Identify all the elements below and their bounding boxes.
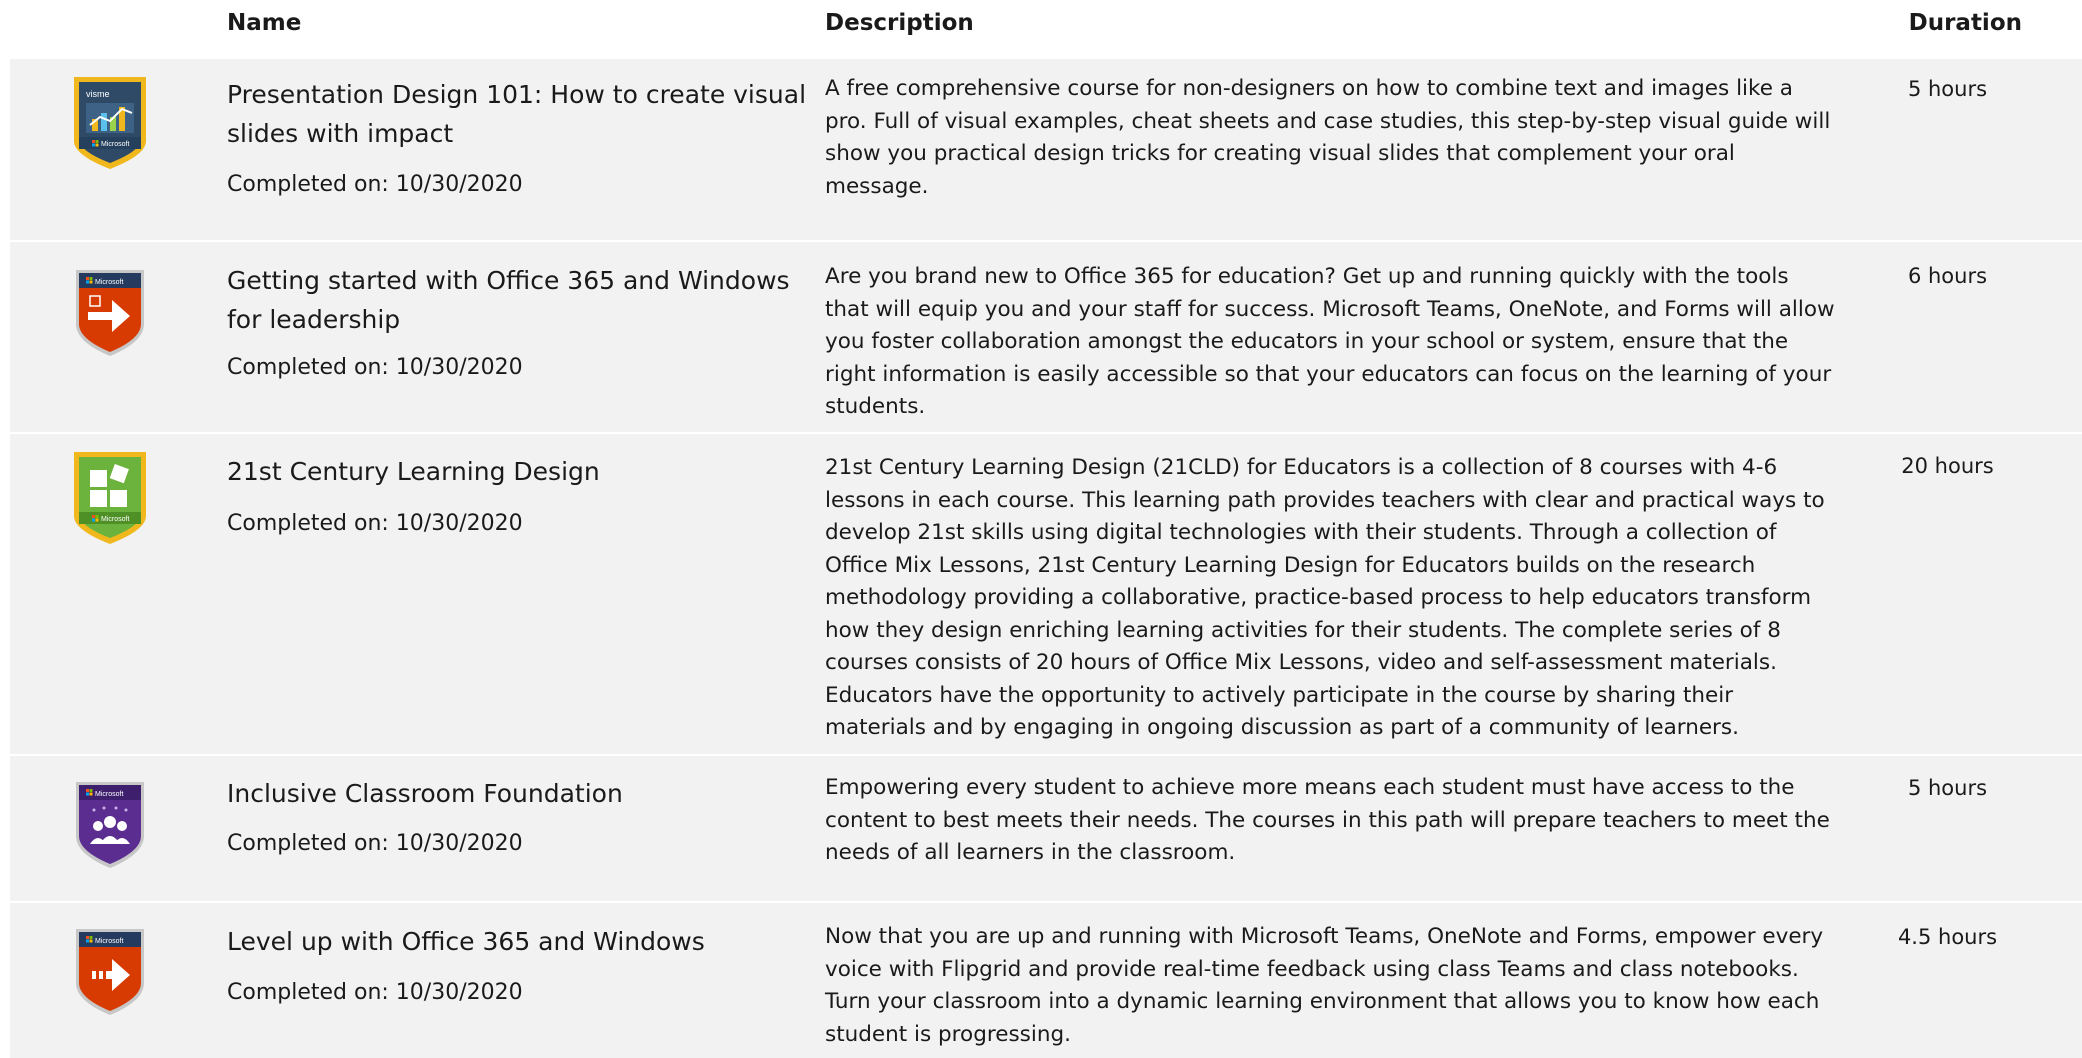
completed-date: Completed on: 10/30/2020	[227, 980, 523, 1005]
table-header: Name Description Duration	[0, 0, 2082, 52]
course-title[interactable]: Presentation Design 101: How to create v…	[227, 75, 807, 153]
table-row[interactable]: Microsoft Inclusive Classroom Foundation…	[10, 756, 2082, 901]
course-description: Empowering every student to achieve more…	[825, 775, 1830, 865]
table-row[interactable]: Microsoft Level up with Office 365 and W…	[10, 903, 2082, 1058]
table-row[interactable]: Microsoft 21st Century Learning Design C…	[10, 434, 2082, 754]
svg-text:Microsoft: Microsoft	[101, 516, 129, 523]
course-description: 21st Century Learning Design (21CLD) for…	[825, 455, 1825, 740]
svg-text:Microsoft: Microsoft	[95, 938, 123, 945]
course-duration: 4.5 hours	[1897, 925, 1998, 949]
svg-text:Microsoft: Microsoft	[101, 141, 129, 148]
table-row[interactable]: visme Microsoft Presentation Design 101:…	[10, 59, 2082, 240]
course-duration: 5 hours	[1907, 77, 1988, 101]
column-header-name[interactable]: Name	[227, 10, 301, 36]
table-row[interactable]: Microsoft Getting started with Office 36…	[10, 242, 2082, 432]
course-title[interactable]: Inclusive Classroom Foundation	[227, 774, 807, 813]
course-title[interactable]: 21st Century Learning Design	[227, 452, 807, 491]
blocks-badge-icon: Microsoft	[70, 448, 150, 546]
courses-table: Name Description Duration visme Microsof…	[0, 0, 2082, 1058]
column-header-duration[interactable]: Duration	[1909, 10, 2022, 36]
completed-date: Completed on: 10/30/2020	[227, 831, 523, 856]
course-description: Now that you are up and running with Mic…	[825, 924, 1824, 1047]
completed-date: Completed on: 10/30/2020	[227, 511, 523, 536]
svg-text:visme: visme	[86, 89, 110, 99]
course-description: Are you brand new to Office 365 for educ…	[825, 264, 1835, 419]
course-duration: 6 hours	[1907, 264, 1988, 288]
arrow-badge-icon: Microsoft	[70, 923, 150, 1021]
visme-chart-badge-icon: visme Microsoft	[70, 73, 150, 171]
course-description: A free comprehensive course for non-desi…	[825, 76, 1831, 199]
completed-date: Completed on: 10/30/2020	[227, 355, 523, 380]
course-duration: 20 hours	[1901, 454, 1994, 478]
svg-text:Microsoft: Microsoft	[95, 279, 123, 286]
completed-date: Completed on: 10/30/2020	[227, 172, 523, 197]
course-title[interactable]: Level up with Office 365 and Windows	[227, 922, 807, 961]
column-header-description[interactable]: Description	[825, 10, 974, 36]
course-title[interactable]: Getting started with Office 365 and Wind…	[227, 261, 807, 339]
svg-text:Microsoft: Microsoft	[95, 791, 123, 798]
course-duration: 5 hours	[1907, 776, 1988, 800]
arrow-badge-icon: Microsoft	[70, 264, 150, 362]
people-badge-icon: Microsoft	[70, 776, 150, 874]
